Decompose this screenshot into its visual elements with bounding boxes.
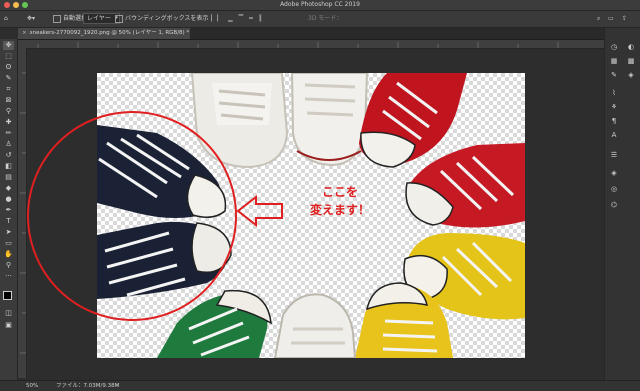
history-icon[interactable]: ◷ [608, 42, 620, 52]
libraries-icon[interactable]: ▦ [608, 56, 620, 66]
brush-settings-icon[interactable]: ✎ [608, 70, 620, 80]
annotation-line-2: 変えます！ [309, 203, 370, 217]
clone-source-icon[interactable]: ⚘ [608, 102, 620, 112]
styles-icon[interactable]: ◈ [625, 70, 637, 80]
properties-icon[interactable]: ☰ [608, 150, 620, 160]
paths-icon[interactable]: ⌬ [608, 200, 620, 210]
highlight-circle [27, 111, 237, 321]
channels-icon[interactable]: ◎ [608, 184, 620, 194]
character-icon[interactable]: A [608, 130, 620, 140]
left-arrow-icon [236, 194, 283, 228]
swatches-icon[interactable]: ▩ [625, 56, 637, 66]
right-panel-dock: ◷ ◐ ▦ ▩ ✎ ◈ ⌇ ⚘ ¶ A ☰ ◈ ◎ ⌬ [604, 28, 640, 380]
adjustments-icon[interactable]: ◐ [625, 42, 637, 52]
status-bar: 50% ファイル：7.03M/9.38M › [0, 380, 640, 391]
annotation-text: ここを 変えます！ [300, 183, 380, 219]
annotation-line-1: ここを [321, 185, 358, 199]
paragraph-icon[interactable]: ¶ [608, 116, 620, 126]
layers-icon[interactable]: ◈ [608, 168, 620, 178]
brushes-icon[interactable]: ⌇ [608, 88, 620, 98]
